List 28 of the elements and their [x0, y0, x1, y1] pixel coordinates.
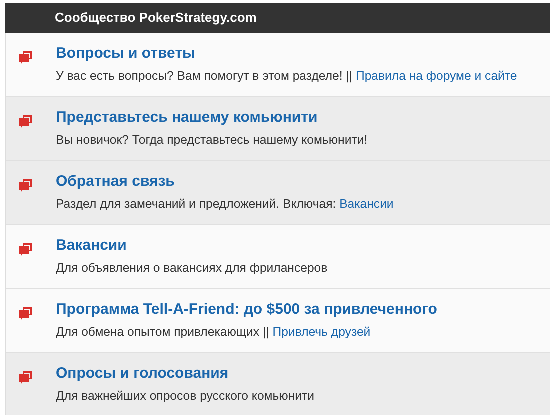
forum-row[interactable]: Представьтесь нашему комьюнити Вы новичок? Тогда представьтесь нашему комьюнити!	[6, 97, 550, 161]
forum-row[interactable]: Вакансии Для объявления о вакансиях для фрилансеров	[6, 225, 550, 289]
forum-description: Раздел для замечаний и предложений. Включая: Вакансии	[56, 197, 394, 212]
forum-row[interactable]: Опросы и голосования Для важнейших опросов русского комьюнити	[6, 353, 550, 415]
speech-bubbles-icon	[18, 178, 33, 194]
speech-bubbles-icon	[18, 114, 33, 130]
speech-bubbles-icon	[18, 242, 33, 258]
forum-title-link[interactable]: Программа Tell-A-Friend: до $500 за привлеченного	[56, 300, 438, 320]
forum-row[interactable]: Обратная связь Раздел для замечаний и предложений. Включая: Вакансии	[6, 161, 550, 225]
forum-title-link[interactable]: Обратная связь	[56, 172, 394, 192]
description-link[interactable]: Правила на форуме и сайте	[356, 69, 518, 83]
forum-row[interactable]: Программа Tell-A-Friend: до $500 за привлеченного Для обмена опытом привлекающих || Привлечь друзей	[6, 289, 550, 353]
speech-bubbles-icon	[18, 306, 33, 322]
forum-title-link[interactable]: Вакансии	[56, 236, 328, 256]
speech-bubbles-icon	[18, 50, 33, 66]
description-link[interactable]: Вакансии	[340, 197, 394, 211]
forum-description: Для важнейших опросов русского комьюнити	[56, 389, 315, 404]
forum-title-link[interactable]: Представьтесь нашему комьюнити	[56, 108, 368, 128]
forum-description: Для объявления о вакансиях для фрилансеров	[56, 261, 328, 276]
forum-description: У вас есть вопросы? Вам помогут в этом разделе! || Правила на форуме и сайте	[56, 69, 518, 84]
forum-title-link[interactable]: Вопросы и ответы	[56, 44, 518, 64]
forum-description: Для обмена опытом привлекающих || Привлечь друзей	[56, 325, 372, 340]
speech-bubbles-icon	[18, 370, 33, 386]
description-link[interactable]: Привлечь друзей	[272, 325, 371, 339]
forum-title-link[interactable]: Опросы и голосования	[56, 364, 315, 384]
forum-description: Вы новичок? Тогда представьтесь нашему комьюнити!	[56, 133, 368, 148]
header-title: Сообщество PokerStrategy.com	[55, 9, 257, 28]
forum-row[interactable]: Вопросы и ответы У вас есть вопросы? Вам помогут в этом разделе! || Правила на форуме и сайте	[6, 33, 550, 97]
